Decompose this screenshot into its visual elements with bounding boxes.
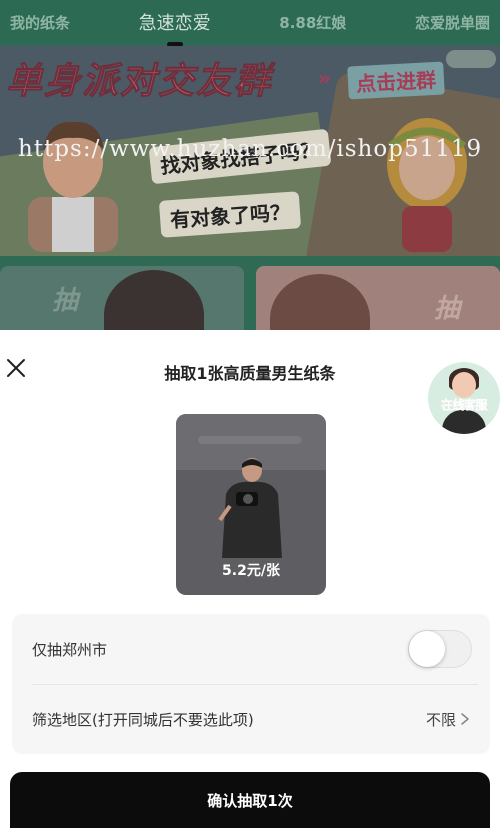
girl-illustration bbox=[387, 118, 467, 252]
banner-cta[interactable]: 点击进群 bbox=[347, 61, 445, 100]
filter-options: 仅抽郑州市 筛选地区(打开同城后不要选此项) 不限 bbox=[12, 614, 490, 754]
draw-card-male[interactable]: 抽 bbox=[0, 266, 244, 330]
feature-cards: 抽 抽 bbox=[0, 266, 500, 330]
confirm-draw-button[interactable]: 确认抽取1次 bbox=[10, 772, 490, 828]
arrows-icon: » bbox=[318, 66, 331, 90]
background-page: 我的纸条 急速恋爱 8.88红娘 恋爱脱单圈 单身派对交友群 » 点击进群 找对… bbox=[0, 0, 500, 330]
avatar-body bbox=[442, 410, 486, 434]
card-header-bar bbox=[198, 436, 302, 444]
city-only-toggle[interactable] bbox=[408, 630, 472, 668]
boy-illustration bbox=[28, 121, 118, 252]
price-label: 5.2元/张 bbox=[222, 563, 280, 579]
sheet-title: 抽取1张高质量男生纸条 bbox=[164, 364, 336, 383]
tab-dating-circle[interactable]: 恋爱脱单圈 bbox=[415, 12, 490, 33]
banner-title: 单身派对交友群 bbox=[5, 61, 273, 103]
card-photo bbox=[270, 274, 370, 330]
draw-card-female[interactable]: 抽 bbox=[256, 266, 500, 330]
city-only-row: 仅抽郑州市 bbox=[12, 614, 490, 684]
chevron-right-icon bbox=[461, 713, 469, 725]
toggle-knob bbox=[409, 631, 445, 667]
region-filter-row[interactable]: 筛选地区(打开同城后不要选此项) 不限 bbox=[12, 684, 490, 754]
card-label: 抽 bbox=[52, 286, 79, 316]
online-service-label: 在线客服 bbox=[440, 398, 488, 412]
tab-my-notes[interactable]: 我的纸条 bbox=[10, 12, 70, 33]
avatar-face bbox=[452, 372, 476, 398]
city-only-label: 仅抽郑州市 bbox=[32, 640, 108, 659]
tab-matchmaker[interactable]: 8.88红娘 bbox=[279, 12, 346, 33]
tab-speed-dating[interactable]: 急速恋爱 bbox=[139, 9, 211, 47]
region-filter-label: 筛选地区(打开同城后不要选此项) bbox=[32, 710, 254, 729]
brand-logo bbox=[446, 50, 496, 68]
draw-note-sheet: 抽取1张高质量男生纸条 在线客服 5.2元/张 仅抽郑州市 筛选地区(打开同城后… bbox=[0, 330, 500, 828]
card-photo bbox=[104, 270, 204, 330]
note-product-card: 5.2元/张 bbox=[176, 414, 326, 595]
watermark-text: https://www.huzhan.com/ishop51119 bbox=[18, 136, 483, 162]
card-label: 抽 bbox=[433, 294, 460, 324]
online-service-button[interactable]: 在线客服 bbox=[428, 362, 500, 434]
male-photo bbox=[218, 458, 282, 558]
region-value: 不限 bbox=[425, 710, 456, 729]
top-tab-bar: 我的纸条 急速恋爱 8.88红娘 恋爱脱单圈 bbox=[0, 0, 500, 47]
region-select[interactable]: 不限 bbox=[426, 709, 470, 730]
